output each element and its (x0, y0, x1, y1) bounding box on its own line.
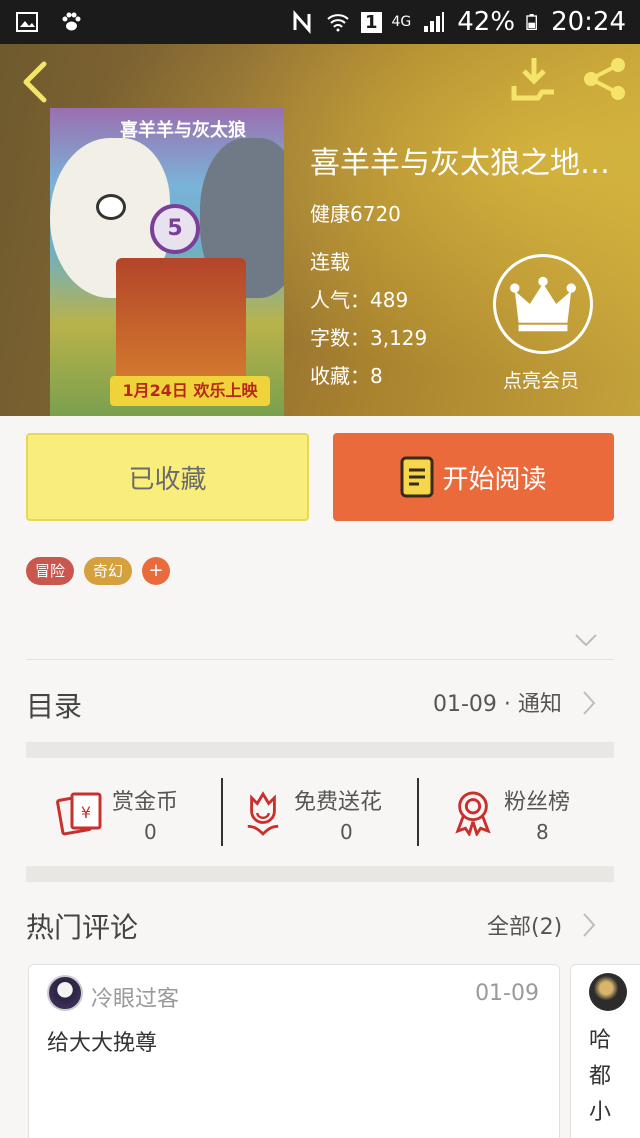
red-envelope-icon: ¥ (56, 792, 102, 836)
start-reading-label: 开始阅读 (442, 464, 547, 495)
gallery-icon (16, 12, 38, 32)
cover-title: 喜羊羊与灰太狼 (120, 120, 246, 141)
tag-fantasy[interactable]: 奇幻 (84, 557, 133, 585)
comment-card[interactable]: 哈都小 (570, 964, 640, 1138)
word-count: 字数：3,129 (310, 326, 428, 350)
tag-list: 冒险 奇幻 + (26, 557, 171, 585)
sim-slot: 1 (360, 11, 382, 33)
fans-label: 粉丝榜 (504, 790, 571, 815)
clock: 20:24 (551, 7, 626, 37)
comment-card[interactable]: 冷眼过客 01-09 给大大挽尊 (28, 964, 560, 1138)
book-header: 喜羊羊与灰太狼 5 1月24日 欢乐上映 喜羊羊与灰太狼之地底… 健康6720 … (0, 44, 640, 416)
divider (221, 778, 223, 846)
catalog-update[interactable]: 01-09 · 通知 (433, 686, 562, 718)
reward-value: 0 (144, 820, 157, 844)
svg-text:¥: ¥ (81, 803, 91, 822)
flower-value: 0 (340, 820, 353, 844)
favorited-button[interactable]: 已收藏 (26, 433, 309, 521)
nfc-icon (293, 10, 311, 34)
avatar[interactable] (47, 975, 83, 1011)
book-cover[interactable]: 喜羊羊与灰太狼 5 1月24日 欢乐上映 (50, 108, 284, 416)
hot-comments-title: 热门评论 (26, 911, 139, 944)
all-comments-link[interactable]: 全部(2) (487, 909, 562, 941)
network-type: 4G (391, 14, 412, 30)
popularity: 人气：489 (310, 288, 409, 312)
vip-label[interactable]: 点亮会员 (503, 366, 579, 393)
favorited-label: 已收藏 (128, 464, 207, 495)
cover-sheep-eye (96, 194, 126, 220)
chevron-down-icon[interactable] (574, 632, 598, 648)
avatar[interactable] (589, 973, 627, 1011)
section-separator (26, 742, 614, 758)
fans-value: 8 (536, 820, 549, 844)
tag-adventure[interactable]: 冒险 (26, 557, 75, 585)
free-flowers[interactable]: 免费送花 0 (244, 780, 414, 844)
chevron-right-icon[interactable] (582, 912, 596, 938)
favorite-count: 收藏：8 (310, 364, 383, 388)
book-icon (400, 456, 434, 498)
battery-icon (526, 14, 538, 30)
battery-percent: 42% (457, 7, 516, 37)
comment-text: 给大大挽尊 (47, 1031, 158, 1056)
cover-date: 1月24日 欢乐上映 (110, 376, 270, 406)
section-separator (26, 866, 614, 882)
comment-text: 哈都小 (589, 1028, 612, 1125)
book-title: 喜羊羊与灰太狼之地底… (310, 146, 635, 181)
chevron-right-icon[interactable] (582, 690, 596, 716)
cover-temple (116, 258, 246, 378)
comment-user[interactable]: 冷眼过客 (91, 981, 179, 1013)
cover-number-badge: 5 (150, 204, 200, 254)
share-button[interactable] (582, 56, 628, 102)
divider (417, 778, 419, 846)
start-reading-button[interactable]: 开始阅读 (333, 433, 614, 521)
status-bar: 1 4G 42% 20:24 (0, 0, 640, 44)
author-name[interactable]: 健康6720 (310, 198, 401, 227)
divider (26, 659, 614, 660)
paw-icon (62, 12, 81, 31)
vip-button[interactable] (493, 254, 593, 354)
reward-label: 赏金币 (112, 790, 179, 815)
flower-icon (247, 791, 279, 836)
wifi-icon (327, 14, 349, 32)
signal-icon (424, 12, 445, 32)
back-button[interactable] (18, 60, 54, 104)
add-tag-button[interactable]: + (142, 557, 171, 585)
download-button[interactable] (510, 54, 558, 102)
medal-icon (455, 791, 491, 836)
comment-date: 01-09 (475, 981, 539, 1006)
fan-ranking[interactable]: 粉丝榜 8 (452, 780, 592, 844)
crown-icon (510, 276, 576, 332)
serial-status: 连载 (310, 250, 350, 274)
flower-label: 免费送花 (294, 790, 383, 815)
catalog-title[interactable]: 目录 (26, 685, 82, 725)
reward-coins[interactable]: ¥ 赏金币 0 (56, 780, 216, 844)
